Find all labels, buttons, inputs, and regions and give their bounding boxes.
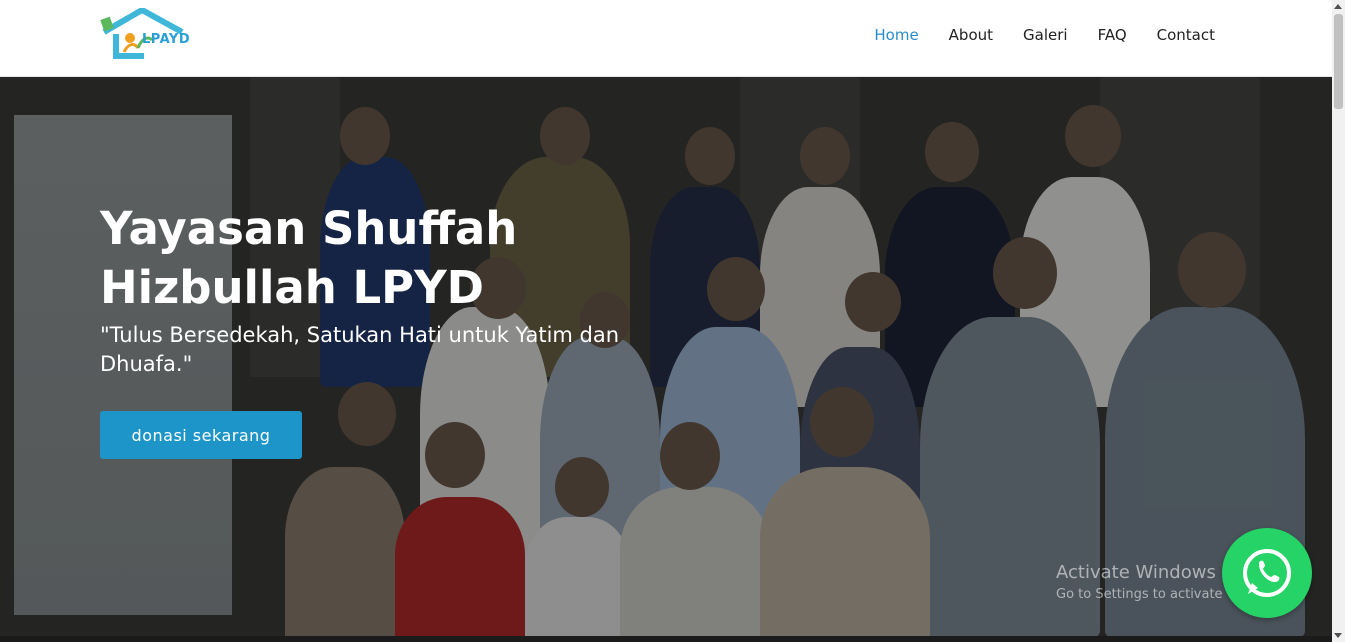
whatsapp-float-button[interactable]	[1222, 528, 1312, 618]
logo-text: LPAYD	[142, 32, 191, 47]
vertical-scrollbar[interactable]	[1332, 0, 1345, 642]
nav-about[interactable]: About	[949, 26, 993, 44]
hero-title: Yayasan Shuffah Hizbullah LPYD	[100, 202, 518, 314]
whatsapp-icon	[1243, 549, 1291, 597]
nav-contact[interactable]: Contact	[1157, 26, 1215, 44]
scroll-down-arrow-icon[interactable]	[1334, 633, 1342, 638]
hero-section: Yayasan Shuffah Hizbullah LPYD "Tulus Be…	[0, 77, 1332, 642]
top-navbar: LPAYD Home About Galeri FAQ Contact	[0, 0, 1332, 77]
main-nav: Home About Galeri FAQ Contact	[844, 26, 1215, 44]
hero-subtitle: "Tulus Bersedekah, Satukan Hati untuk Ya…	[100, 323, 620, 376]
scroll-up-arrow-icon[interactable]	[1334, 4, 1342, 9]
nav-faq[interactable]: FAQ	[1098, 26, 1127, 44]
page-bottom-edge	[0, 636, 1332, 642]
scrollbar-thumb[interactable]	[1334, 14, 1343, 109]
donate-button[interactable]: donasi sekarang	[100, 411, 302, 459]
nav-home[interactable]: Home	[874, 26, 918, 44]
site-logo[interactable]: LPAYD	[100, 7, 200, 60]
nav-galeri[interactable]: Galeri	[1023, 26, 1068, 44]
